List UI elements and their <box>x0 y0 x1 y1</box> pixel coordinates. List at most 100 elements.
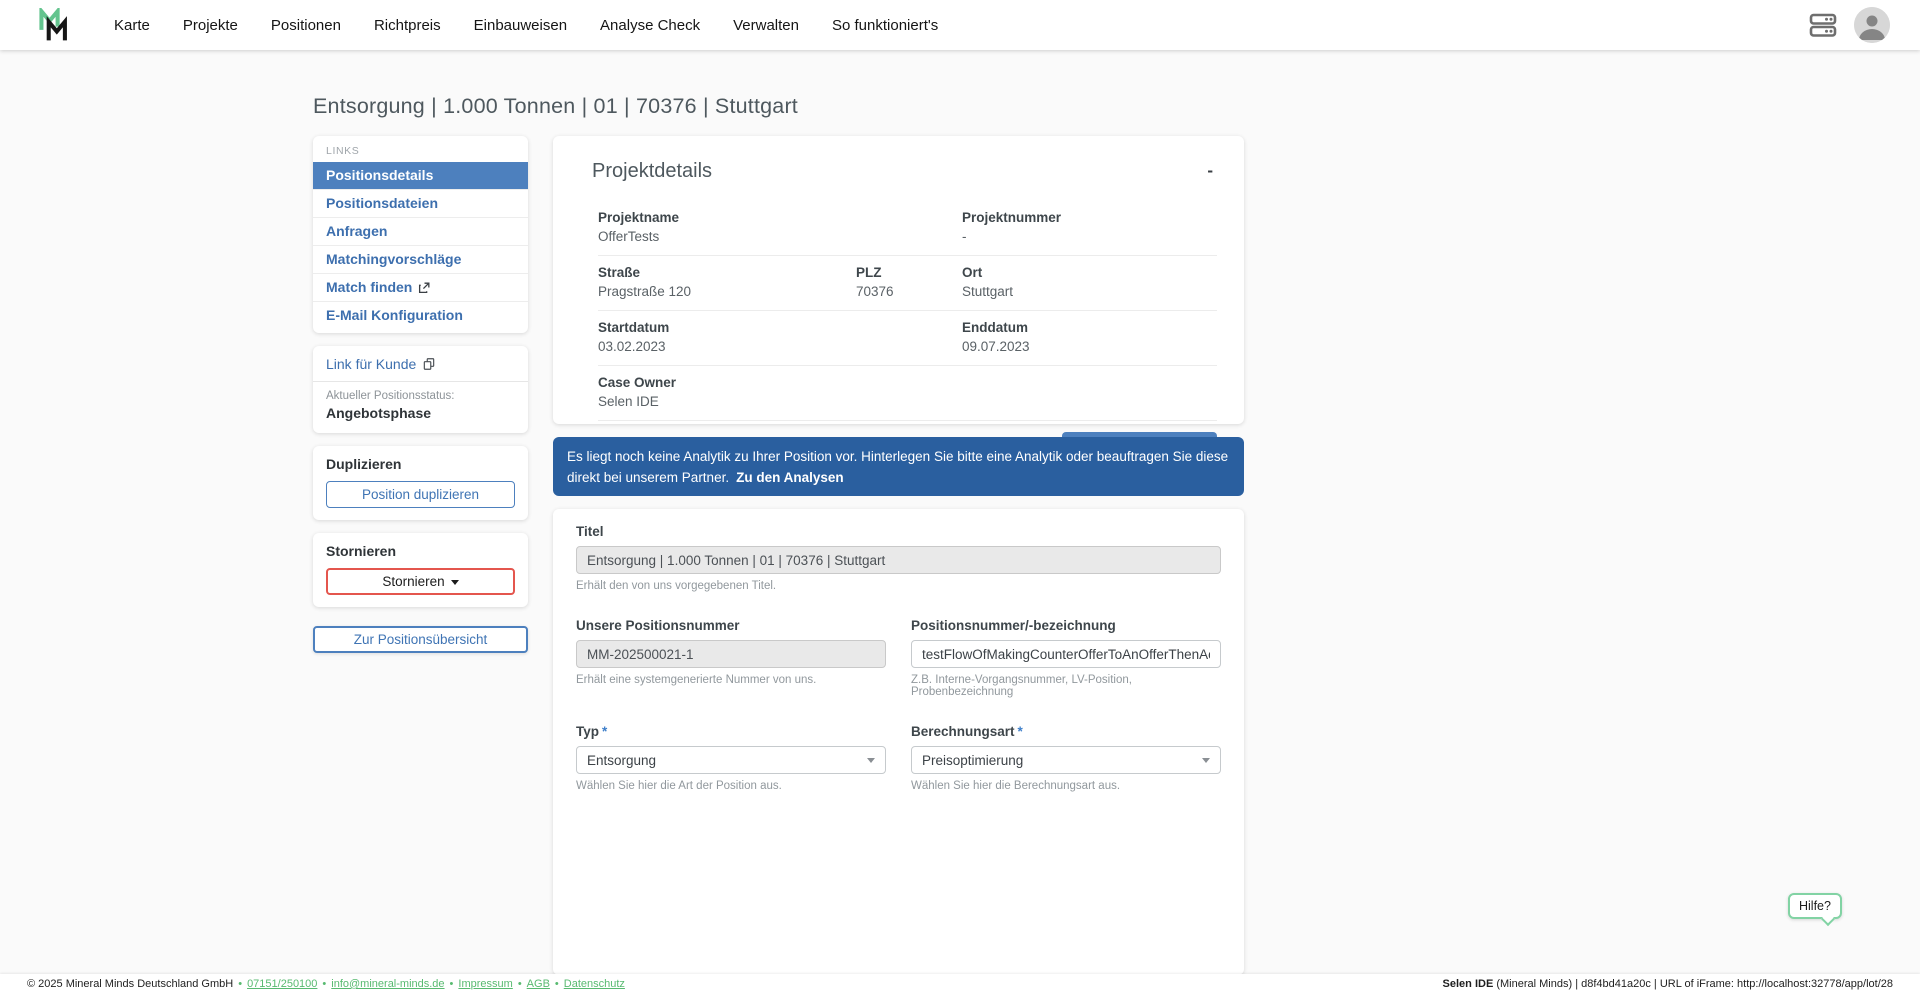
field-label: Projektnummer <box>962 210 1217 225</box>
duplicate-title: Duplizieren <box>326 456 515 472</box>
field-value: 70376 <box>856 284 962 299</box>
position-status-label: Aktueller Positionsstatus: <box>326 390 515 402</box>
footer-copyright: © 2025 Mineral Minds Deutschland GmbH <box>27 978 233 990</box>
nav-item-karte[interactable]: Karte <box>114 17 150 34</box>
titel-label: Titel <box>576 524 1221 539</box>
nav-item-positionen[interactable]: Positionen <box>271 17 341 34</box>
sidebar-item-label: Positionsdetails <box>326 167 433 183</box>
cancel-button-label: Stornieren <box>382 574 444 589</box>
titel-input[interactable] <box>576 546 1221 574</box>
user-avatar[interactable] <box>1854 7 1890 43</box>
nav-item-einbauweisen[interactable]: Einbauweisen <box>474 17 567 34</box>
collapse-card-button[interactable]: - <box>1203 160 1217 181</box>
sidebar-item-match-finden[interactable]: Match finden <box>313 273 528 301</box>
cancel-title: Stornieren <box>326 543 515 559</box>
footer-phone-link[interactable]: 07151/250100 <box>247 978 317 990</box>
field-value: Stuttgart <box>962 284 1217 299</box>
header-actions <box>1808 7 1890 43</box>
berechnungsart-label-text: Berechnungsart <box>911 724 1015 739</box>
main-nav: Karte Projekte Positionen Richtpreis Ein… <box>114 17 938 34</box>
nav-item-richtpreis[interactable]: Richtpreis <box>374 17 441 34</box>
field-label: Straße <box>598 265 856 280</box>
sidebar-item-label: Matchingvorschläge <box>326 251 461 267</box>
berechnungsart-label: Berechnungsart* <box>911 724 1221 739</box>
customer-link-card: Link für Kunde Aktueller Positionsstatus… <box>313 346 528 433</box>
app-header: Karte Projekte Positionen Richtpreis Ein… <box>0 0 1920 50</box>
nav-item-verwalten[interactable]: Verwalten <box>733 17 799 34</box>
berechnungsart-select[interactable]: Preisoptimierung <box>911 746 1221 774</box>
sidebar-item-positionsdateien[interactable]: Positionsdateien <box>313 189 528 217</box>
app-footer: © 2025 Mineral Minds Deutschland GmbH • … <box>0 974 1920 994</box>
position-form-card: Titel Erhält den von uns vorgegebenen Ti… <box>553 509 1244 975</box>
field-label: PLZ <box>856 265 962 280</box>
customer-link[interactable]: Link für Kunde <box>326 356 515 372</box>
server-icon[interactable] <box>1808 11 1838 39</box>
project-details-row: Straße Pragstraße 120 PLZ 70376 Ort Stut… <box>598 256 1217 311</box>
footer-separator: • <box>238 978 242 990</box>
position-status-value: Angebotsphase <box>326 405 515 421</box>
footer-user-name: Selen IDE <box>1443 978 1494 990</box>
page-title: Entsorgung | 1.000 Tonnen | 01 | 70376 |… <box>313 94 798 119</box>
help-bubble-tail <box>1821 912 1835 926</box>
project-details-row: Projektname OfferTests Projektnummer - <box>598 201 1217 256</box>
duplicate-card: Duplizieren Position duplizieren <box>313 446 528 520</box>
typ-select[interactable]: Entsorgung <box>576 746 886 774</box>
custom-position-number-label: Positionsnummer/-bezeichnung <box>911 618 1221 633</box>
analytics-info-banner: Es liegt noch keine Analytik zu Ihrer Po… <box>553 437 1244 496</box>
field-value: Pragstraße 120 <box>598 284 856 299</box>
banner-text: Es liegt noch keine Analytik zu Ihrer Po… <box>567 449 1228 485</box>
help-button[interactable]: Hilfe? <box>1788 893 1842 919</box>
field-value: Selen IDE <box>598 394 1217 409</box>
field-value: 03.02.2023 <box>598 339 962 354</box>
berechnungsart-select-value: Preisoptimierung <box>922 753 1023 768</box>
typ-select-value: Entsorgung <box>587 753 656 768</box>
chevron-down-icon <box>1202 758 1210 763</box>
person-icon <box>1854 7 1890 43</box>
cancel-position-button[interactable]: Stornieren <box>326 568 515 595</box>
footer-email-link[interactable]: info@mineral-minds.de <box>331 978 444 990</box>
project-details-card: Projektdetails - Projektname OfferTests … <box>553 136 1244 424</box>
links-card: LINKS Positionsdetails Positionsdateien … <box>313 136 528 333</box>
custom-position-number-helper: Z.B. Interne-Vorgangsnummer, LV-Position… <box>911 674 1221 698</box>
project-details-row: Startdatum 03.02.2023 Enddatum 09.07.202… <box>598 311 1217 366</box>
berechnungsart-helper: Wählen Sie hier die Berechnungsart aus. <box>911 780 1221 792</box>
sidebar-item-label: Anfragen <box>326 223 387 239</box>
footer-datenschutz-link[interactable]: Datenschutz <box>564 978 625 990</box>
sidebar-item-email-konfiguration[interactable]: E-Mail Konfiguration <box>313 301 528 329</box>
footer-agb-link[interactable]: AGB <box>527 978 550 990</box>
titel-field: Titel Erhält den von uns vorgegebenen Ti… <box>576 524 1221 592</box>
links-card-header: LINKS <box>313 136 528 162</box>
required-mark: * <box>1018 724 1023 739</box>
cancel-card: Stornieren Stornieren <box>313 533 528 607</box>
typ-label-text: Typ <box>576 724 599 739</box>
sidebar: LINKS Positionsdetails Positionsdateien … <box>313 136 528 653</box>
field-label: Case Owner <box>598 375 1217 390</box>
our-position-number-label: Unsere Positionsnummer <box>576 618 886 633</box>
nav-item-analyse-check[interactable]: Analyse Check <box>600 17 700 34</box>
sidebar-item-positionsdetails[interactable]: Positionsdetails <box>313 162 528 189</box>
field-label: Enddatum <box>962 320 1217 335</box>
field-value: OfferTests <box>598 229 962 244</box>
field-value: - <box>962 229 1217 244</box>
mineral-minds-logo[interactable] <box>38 8 74 42</box>
footer-impressum-link[interactable]: Impressum <box>458 978 512 990</box>
footer-session-info: Selen IDE (Mineral Minds) | d8f4bd41a20c… <box>1443 978 1893 990</box>
nav-item-so-funktionierts[interactable]: So funktioniert's <box>832 17 938 34</box>
project-details-fields: Projektname OfferTests Projektnummer - S… <box>598 201 1217 476</box>
project-details-row: Case Owner Selen IDE <box>598 366 1217 421</box>
nav-item-projekte[interactable]: Projekte <box>183 17 238 34</box>
our-position-number-helper: Erhält eine systemgenerierte Nummer von … <box>576 674 886 686</box>
our-position-number-input[interactable] <box>576 640 886 668</box>
sidebar-item-matchingvorschlaege[interactable]: Matchingvorschläge <box>313 245 528 273</box>
typ-helper: Wählen Sie hier die Art der Position aus… <box>576 780 886 792</box>
sidebar-item-label: Positionsdateien <box>326 195 438 211</box>
go-to-analyses-link[interactable]: Zu den Analysen <box>736 470 844 485</box>
duplicate-position-button[interactable]: Position duplizieren <box>326 481 515 508</box>
our-position-number-field: Unsere Positionsnummer Erhält eine syste… <box>576 618 886 698</box>
field-value: 09.07.2023 <box>962 339 1217 354</box>
footer-separator: • <box>518 978 522 990</box>
copy-icon <box>422 357 436 371</box>
sidebar-item-anfragen[interactable]: Anfragen <box>313 217 528 245</box>
position-overview-button[interactable]: Zur Positionsübersicht <box>313 626 528 653</box>
custom-position-number-input[interactable] <box>911 640 1221 668</box>
